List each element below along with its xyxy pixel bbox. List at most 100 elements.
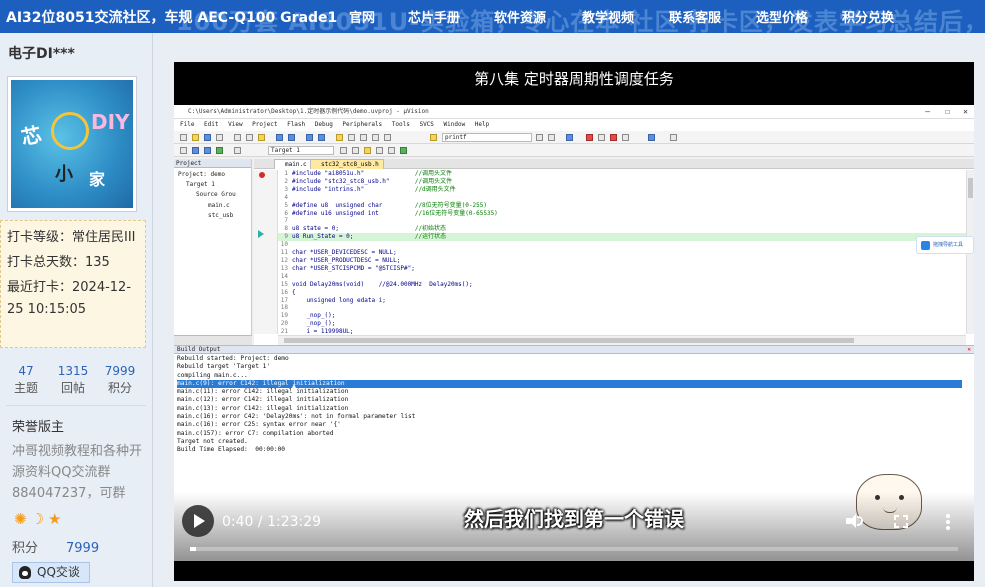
code-line: 9 u8 Run_State = 0; //运行状态 [278, 233, 968, 242]
editor-gutter [254, 170, 278, 334]
moon-medal-icon[interactable]: ☽ [31, 510, 44, 528]
close-icon: ✕ [963, 107, 968, 116]
medal-row: ✺ ☽ ★ [14, 510, 61, 528]
paste-icon [258, 134, 265, 141]
checkin-info-box: 打卡等级：常住居民III 打卡总天数：135 最近打卡：2024-12-25 1… [0, 220, 146, 348]
stat-topics-value[interactable]: 47 [4, 363, 48, 379]
qq-chat-label: QQ交谈 [37, 565, 80, 579]
build-line: main.c(12): error C142: illegal initiali… [177, 396, 349, 404]
nav-official-site[interactable]: 官网 [349, 7, 375, 26]
fullscreen-icon[interactable] [894, 515, 908, 528]
breakpoint-disable-icon [598, 134, 605, 141]
star-medal-icon[interactable]: ★ [48, 510, 61, 528]
back-icon [306, 134, 313, 141]
code-line: 12 char *USER_PRODUCTDESC = NULL; [278, 257, 968, 265]
code-line: 11 char *USER_DEVICEDESC = NULL; [278, 249, 968, 257]
ide-toolbar-2: Target 1 [174, 144, 974, 157]
code-text: u8 Run_State = 0; [292, 233, 354, 241]
build-line: main.c(16): error C25: syntax error near… [177, 421, 341, 429]
translate-icon [180, 147, 187, 154]
progress-bar[interactable] [190, 547, 958, 551]
breakpoint-icon [586, 134, 593, 141]
code-editor: main.c stc32_stc8_usb.h 1 #include "ai805… [254, 159, 974, 345]
window-layout-icon [648, 134, 655, 141]
user-profile-sidebar: 电子DI*** 芯 DIY 小 家 打卡等级：常住居民III 打卡总天数：135… [0, 33, 153, 587]
open-folder-icon [192, 134, 199, 141]
ide-titlebar: C:\Users\Administrator\Desktop\1.定时器示例代码… [174, 105, 974, 119]
code-line: 5 #define u8 unsigned char //8位无符号变量(0-25… [278, 202, 968, 210]
nav-pricing[interactable]: 选型价格 [756, 7, 808, 26]
nav-chip-manual[interactable]: 芯片手册 [408, 7, 460, 26]
points-value[interactable]: 7999 [66, 541, 99, 556]
nav-tutorial-videos[interactable]: 教学视频 [582, 7, 634, 26]
time-current: 0:40 [222, 514, 254, 530]
line-number: 1 [284, 170, 288, 177]
nav-software[interactable]: 软件资源 [494, 7, 546, 26]
line-number: 16 [280, 288, 288, 296]
code-text: char *USER_PRODUCTDESC = NULL; [292, 256, 401, 264]
stat-replies-value[interactable]: 1315 [51, 363, 95, 379]
nav-customer-service[interactable]: 联系客服 [669, 7, 721, 26]
points-label: 积分 [12, 541, 39, 556]
site-title[interactable]: AI32位8051交流社区，车规 AEC-Q100 Grade1 [6, 7, 337, 27]
kill-breakpoints-icon [610, 134, 617, 141]
code-comment: //调用头文件 [414, 177, 453, 185]
username[interactable]: 电子DI*** [8, 43, 75, 63]
undo-icon [276, 134, 283, 141]
tree-project: Project: demo [178, 171, 225, 178]
stat-replies-label: 回帖 [60, 381, 85, 395]
redo-icon [288, 134, 295, 141]
play-button[interactable] [182, 505, 214, 537]
stat-points-value[interactable]: 7999 [98, 363, 142, 379]
find-combo: printf [442, 133, 532, 142]
code-comment: //运行状态 [414, 233, 447, 241]
line-number: 17 [280, 296, 288, 304]
code-text: #define u8 unsigned char [292, 201, 383, 209]
video-player[interactable]: 第八集 定时器周期性调度任务 C:\Users\Administrator\De… [174, 62, 974, 581]
nav-points-exchange[interactable]: 积分兑换 [842, 7, 894, 26]
stat-topics[interactable]: 47 主题 [4, 363, 48, 397]
line-number: 6 [284, 209, 288, 217]
time-separator: / [253, 514, 268, 530]
code-line: 19 _nop_(); [278, 312, 968, 320]
stat-points[interactable]: 7999 积分 [98, 363, 142, 397]
line-number: 20 [280, 320, 288, 328]
sidebar-divider [6, 405, 146, 406]
build-line: compiling main.c... [177, 371, 248, 379]
qq-chat-button[interactable]: QQ交谈 [12, 562, 90, 583]
code-text: #include "stc32_stc8_usb.h" [292, 177, 390, 185]
tree-source-group: Source Grou [196, 191, 236, 198]
code-line: 10 [278, 241, 968, 249]
time-display: 0:40 / 1:23:29 [222, 514, 321, 530]
unindent-icon [360, 134, 367, 141]
avatar[interactable]: 芯 DIY 小 家 [8, 77, 136, 211]
build-line: main.c(13): error C142: illegal initiali… [177, 404, 349, 412]
ide-panes: Project Project: demo Target 1 Source Gr… [174, 159, 974, 345]
ide-window-title: C:\Users\Administrator\Desktop\1.定时器示例代码… [188, 108, 429, 115]
save-all-icon [216, 134, 223, 141]
line-number: 14 [280, 272, 288, 280]
more-options-icon[interactable] [946, 514, 950, 530]
build-line: main.c(16): error C42: 'Delay20ms': not … [177, 413, 416, 421]
sun-medal-icon[interactable]: ✺ [14, 510, 27, 528]
project-pane-footer [174, 335, 252, 345]
progress-fill [190, 547, 197, 551]
stat-replies[interactable]: 1315 回帖 [51, 363, 95, 397]
code-line: 18 [278, 304, 968, 312]
code-comment: //初始状态 [414, 225, 447, 233]
line-number: 11 [280, 249, 288, 257]
select-packs-icon [376, 147, 383, 154]
volume-icon[interactable] [846, 514, 863, 528]
code-text: #include "ai8051u.h" [292, 170, 365, 177]
breakpoint-marker-icon [259, 172, 265, 178]
points-row: 积分 7999 [12, 537, 99, 556]
code-text: #define u16 unsigned int [292, 209, 379, 217]
code-text: i = 119998UL; [292, 328, 354, 334]
top-nav-bar: 100万套 AI8051U-实验箱，专心在本 社区 打卡区，发表学习总结后，【免… [0, 0, 985, 33]
code-text: unsigned long edata i; [292, 296, 386, 304]
build-line: Rebuild target 'Target 1' [177, 363, 271, 371]
forward-icon [318, 134, 325, 141]
code-text: u8 state = 0; [292, 225, 339, 233]
comment-icon [372, 134, 379, 141]
drag-nav-notice: 拖拽导航工具 [916, 236, 974, 254]
